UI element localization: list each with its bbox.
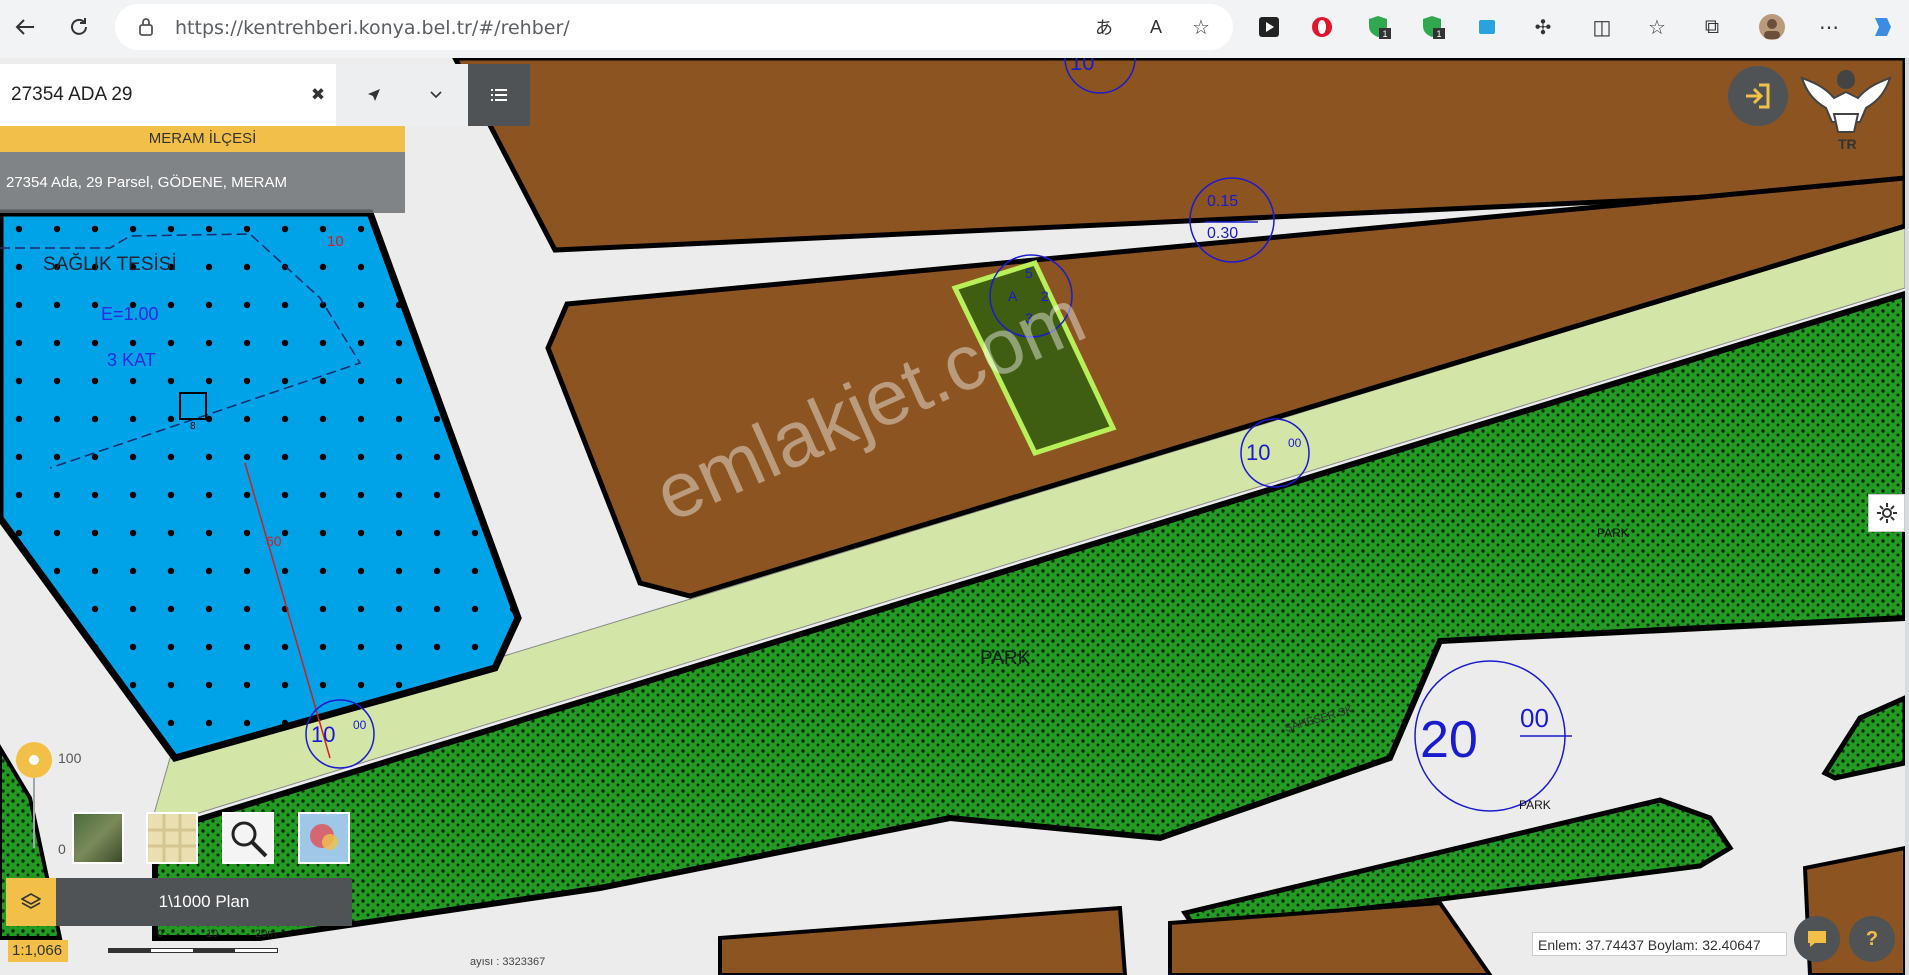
- lock-icon: [139, 18, 153, 36]
- favorite-star-icon[interactable]: ☆: [1185, 11, 1217, 43]
- ratio-top-label: 0.15: [1207, 193, 1239, 210]
- copilot-icon[interactable]: [1866, 11, 1898, 43]
- gear-icon: [1876, 503, 1897, 523]
- navigate-arrow-icon: [368, 89, 380, 101]
- refresh-icon: [71, 18, 87, 35]
- url-text: https://kentrehberi.konya.bel.tr/#/rehbe…: [175, 17, 570, 39]
- search-input[interactable]: [0, 64, 336, 126]
- shield-extension-icon[interactable]: 1: [1364, 11, 1396, 43]
- satellite-basemap-thumb[interactable]: [72, 812, 124, 864]
- top-circle-label: 10: [1070, 58, 1095, 75]
- magnifier-icon: [231, 821, 268, 858]
- refresh-button[interactable]: [60, 8, 98, 46]
- opacity-min-label: 0: [58, 841, 66, 857]
- extensions-puzzle-icon[interactable]: ✣: [1527, 11, 1559, 43]
- dimension-60-label: 60: [266, 533, 282, 549]
- favorites-icon[interactable]: ☆: [1641, 11, 1673, 43]
- list-icon: [491, 89, 507, 101]
- tab-extension-icon[interactable]: [1471, 11, 1503, 43]
- badge-count-2: 1: [1436, 29, 1441, 39]
- more-menu-icon[interactable]: ⋯: [1813, 11, 1845, 43]
- floors-label: 3 KAT: [107, 350, 156, 370]
- scale-tick-10: 10: [206, 928, 219, 940]
- settings-button[interactable]: [1868, 494, 1905, 532]
- scale-bar: [108, 948, 278, 953]
- park-label-bottom: PARK: [1519, 798, 1551, 812]
- parcel-top-label: 5: [1025, 265, 1033, 281]
- heatmap-thumb[interactable]: [298, 812, 350, 864]
- e-value-label: E=1.00: [101, 304, 159, 324]
- opacity-slider-track[interactable]: [33, 778, 35, 848]
- district-header: MERAM İLÇESİ: [0, 126, 405, 152]
- split-screen-icon[interactable]: ◫: [1586, 11, 1618, 43]
- feedback-button[interactable]: [1794, 916, 1840, 962]
- list-menu-button[interactable]: [468, 64, 530, 126]
- browser-toolbar: https://kentrehberi.konya.bel.tr/#/rehbe…: [0, 0, 1909, 58]
- layer-selector[interactable]: 1\1000 Plan: [6, 878, 352, 926]
- road-big-sup-label: 00: [1520, 703, 1549, 733]
- emblem-logo: TR: [1798, 62, 1894, 152]
- clear-search-button[interactable]: ✖: [300, 64, 336, 126]
- coordinates-readout: Enlem: 37.74437 Boylam: 32.40647: [1532, 932, 1787, 956]
- ratio-bottom-label: 0.30: [1207, 225, 1239, 242]
- help-button[interactable]: ?: [1849, 916, 1895, 962]
- sign-in-icon: [1746, 83, 1770, 109]
- scale-tick-20: 20m: [255, 928, 277, 940]
- road-left-label: 10: [311, 722, 336, 747]
- search-panel: ✖: [0, 64, 530, 126]
- park-label-center: PARK: [980, 648, 1031, 669]
- back-button[interactable]: [6, 8, 44, 46]
- dropdown-button[interactable]: [410, 64, 462, 126]
- opera-extension-icon[interactable]: [1306, 11, 1338, 43]
- road-left-sup-label: 00: [353, 718, 367, 732]
- scale-ratio: 1:1,066: [8, 940, 68, 962]
- login-button[interactable]: [1728, 66, 1788, 126]
- shield-extension-icon-2[interactable]: 1: [1418, 11, 1450, 43]
- small-8-label: 8: [190, 421, 196, 432]
- locate-button[interactable]: [348, 64, 400, 126]
- parcel-info-row[interactable]: 27354 Ada, 29 Parsel, GÖDENE, MERAM: [0, 152, 405, 213]
- profile-avatar[interactable]: [1756, 11, 1788, 43]
- translate-icon[interactable]: あ: [1088, 11, 1120, 43]
- visitor-counter: ayısı : 3323367: [470, 956, 546, 968]
- address-bar[interactable]: https://kentrehberi.konya.bel.tr/#/rehbe…: [115, 4, 1233, 50]
- layers-button[interactable]: [6, 878, 56, 926]
- road-mid-label: 10: [1246, 440, 1271, 465]
- eagle-emblem-icon: [1800, 70, 1892, 133]
- read-aloud-icon[interactable]: A: [1140, 11, 1172, 43]
- layers-icon: [21, 893, 41, 909]
- chevron-down-icon: [430, 91, 442, 99]
- badge-count-1: 1: [1382, 29, 1387, 39]
- health-facility-label: SAĞLIK TESİSİ: [43, 254, 177, 275]
- layer-name: 1\1000 Plan: [158, 892, 250, 911]
- park-label-right: PARK: [1597, 526, 1629, 540]
- opacity-max-label: 100: [58, 750, 82, 766]
- chat-bubble-icon: [1808, 931, 1826, 947]
- street-basemap-thumb[interactable]: [146, 812, 198, 864]
- road-mid-sup-label: 00: [1288, 436, 1302, 450]
- logo-text: TR: [1838, 136, 1857, 152]
- road-big-label: 20: [1420, 711, 1478, 769]
- question-icon: ?: [1865, 927, 1879, 950]
- back-arrow-icon: [15, 19, 34, 35]
- search-map-thumb[interactable]: [222, 812, 274, 864]
- media-extension-icon[interactable]: [1253, 11, 1285, 43]
- collections-icon[interactable]: ⧉: [1696, 11, 1728, 43]
- opacity-slider-handle[interactable]: [16, 742, 52, 778]
- dimension-10-label: 10: [327, 233, 344, 250]
- scale-tick-0: 0: [157, 928, 164, 940]
